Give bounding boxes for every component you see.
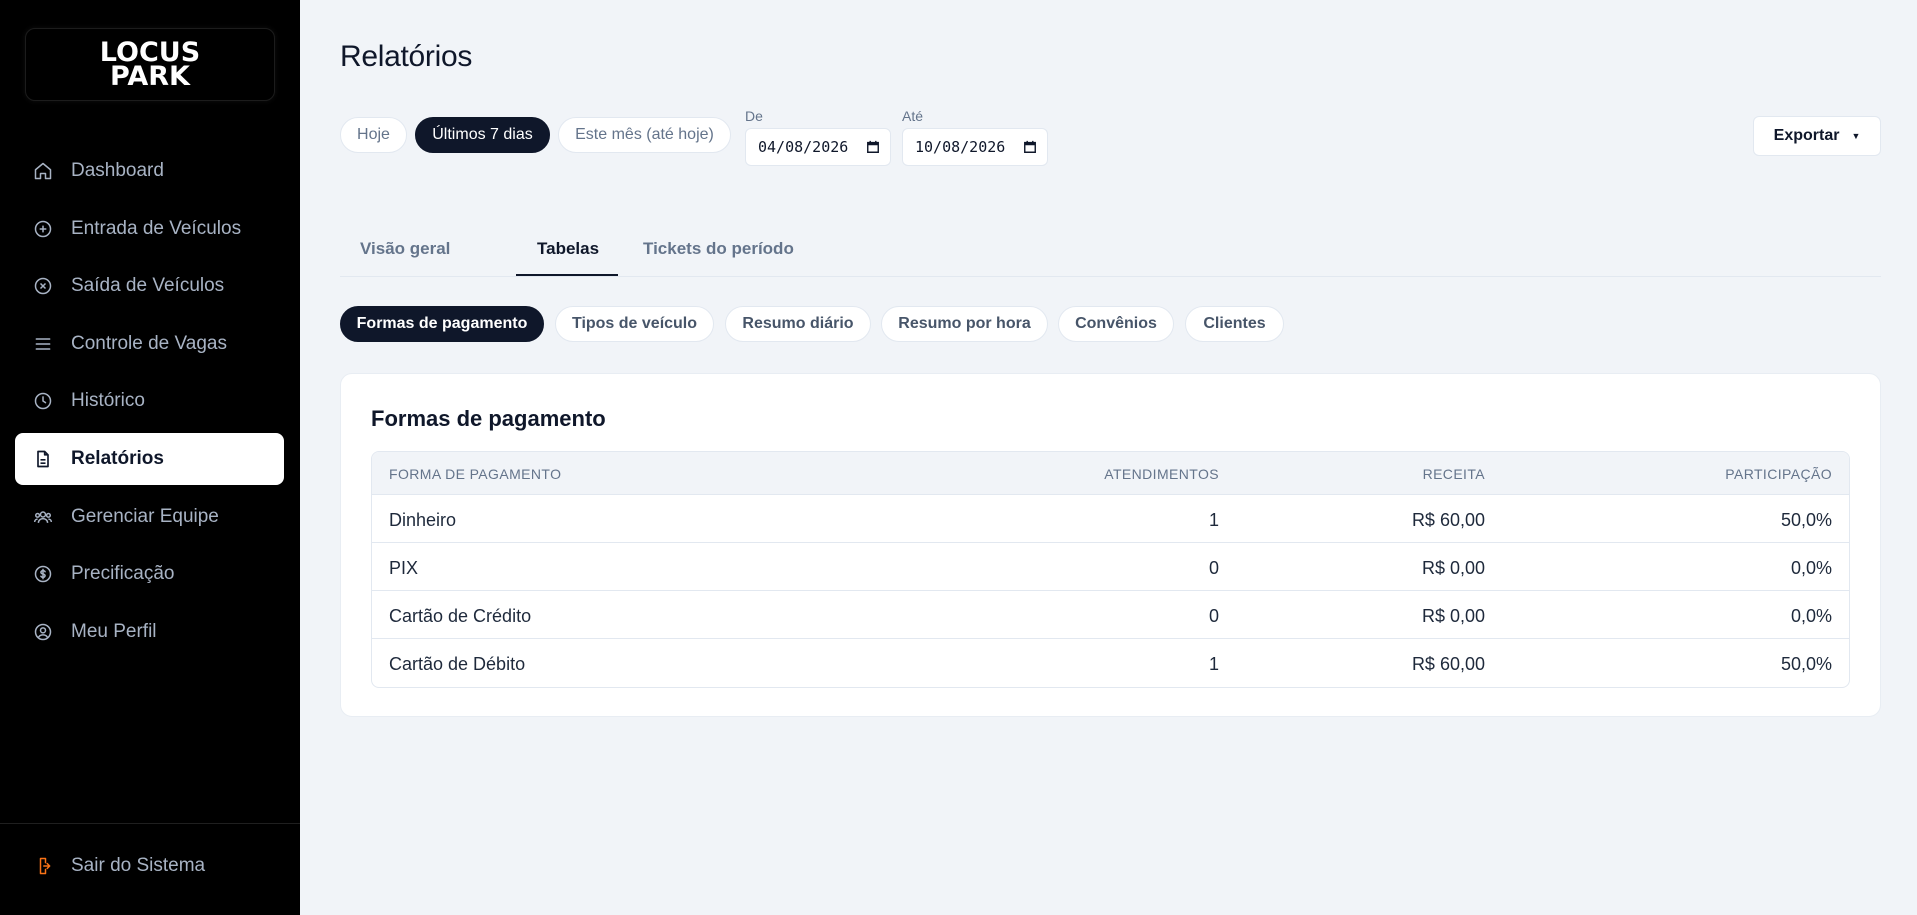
sidebar-item-entrada[interactable]: Entrada de Veículos: [15, 203, 284, 255]
subtab-formas-pagamento[interactable]: Formas de pagamento: [340, 306, 544, 342]
subtab-resumo-hora[interactable]: Resumo por hora: [881, 306, 1048, 342]
cell-forma: PIX: [389, 558, 419, 578]
table-header: FORMA DE PAGAMENTO ATENDIMENTOS RECEITA …: [372, 452, 1849, 495]
user-circle-icon: [33, 622, 53, 642]
preset-ultimos-7-dias[interactable]: Últimos 7 dias: [415, 117, 550, 153]
subtab-resumo-diario[interactable]: Resumo diário: [725, 306, 871, 342]
sidebar-item-saida[interactable]: Saída de Veículos: [15, 260, 284, 312]
sidebar-item-label: Meu Perfil: [71, 620, 157, 642]
logout-icon: [33, 856, 53, 876]
date-to-value: 10/08/2026: [915, 138, 1006, 156]
sidebar-item-precificacao[interactable]: Precificação: [15, 548, 284, 600]
table-row: PIX 0 R$ 0,00 0,0%: [372, 543, 1849, 591]
active-tab-indicator: [516, 274, 618, 276]
file-text-icon: [33, 449, 53, 469]
column-header-forma: FORMA DE PAGAMENTO: [389, 466, 562, 482]
brand-logo[interactable]: LOCUS PARK: [25, 28, 275, 101]
export-label: Exportar: [1773, 127, 1840, 144]
payment-methods-table: FORMA DE PAGAMENTO ATENDIMENTOS RECEITA …: [371, 451, 1850, 688]
tabs-bar: Visão geral Tabelas Tickets do período: [340, 226, 1881, 277]
sidebar-item-label: Gerenciar Equipe: [71, 505, 219, 527]
cell-receita: R$ 0,00: [1421, 558, 1485, 578]
main-content: Relatórios Hoje Últimos 7 dias Este mês …: [300, 0, 1917, 915]
home-icon: [33, 161, 53, 181]
subtab-clientes[interactable]: Clientes: [1185, 306, 1284, 342]
table-row: Dinheiro 1 R$ 60,00 50,0%: [372, 495, 1849, 543]
cell-atendimentos: 0: [1208, 606, 1219, 626]
table-row: Cartão de Débito 1 R$ 60,00 50,0%: [372, 639, 1849, 687]
date-to-label: Até: [902, 108, 924, 124]
column-header-participacao: PARTICIPAÇÃO: [1725, 466, 1832, 482]
brand-line-2: PARK: [110, 60, 190, 92]
subtab-convenios[interactable]: Convênios: [1058, 306, 1174, 342]
cell-forma: Dinheiro: [389, 510, 457, 530]
sidebar-item-label: Precificação: [71, 563, 175, 585]
cell-participacao: 50,0%: [1780, 510, 1832, 530]
date-from-label: De: [745, 108, 763, 124]
date-from-input[interactable]: 04/08/2026: [745, 128, 891, 166]
cell-receita: R$ 0,00: [1421, 606, 1485, 626]
cell-atendimentos: 1: [1208, 654, 1219, 674]
payment-methods-card: Formas de pagamento FORMA DE PAGAMENTO A…: [340, 373, 1881, 717]
users-icon: [33, 507, 53, 527]
date-from-value: 04/08/2026: [758, 138, 849, 156]
calendar-icon[interactable]: [1023, 140, 1037, 154]
sidebar-item-label: Entrada de Veículos: [71, 217, 242, 239]
sidebar-item-historico[interactable]: Histórico: [15, 375, 284, 427]
caret-down-icon: ▼: [1851, 131, 1861, 141]
tab-tickets-periodo[interactable]: Tickets do período: [643, 239, 794, 259]
cell-participacao: 50,0%: [1780, 654, 1832, 674]
menu-icon: [33, 334, 53, 354]
sidebar-item-dashboard[interactable]: Dashboard: [15, 145, 284, 197]
dollar-circle-icon: [33, 564, 53, 584]
cell-forma: Cartão de Débito: [389, 654, 526, 674]
cell-receita: R$ 60,00: [1411, 654, 1485, 674]
table-row: Cartão de Crédito 0 R$ 0,00 0,0%: [372, 591, 1849, 639]
sidebar: LOCUS PARK Dashboard Entrada de Veículos…: [0, 0, 300, 915]
date-to-input[interactable]: 10/08/2026: [902, 128, 1048, 166]
export-button[interactable]: Exportar ▼: [1753, 116, 1881, 156]
sidebar-item-label: Histórico: [71, 390, 145, 412]
sidebar-item-label: Dashboard: [71, 160, 164, 181]
sidebar-item-label: Relatórios: [71, 447, 164, 469]
subtab-tipos-veiculo[interactable]: Tipos de veículo: [555, 306, 714, 342]
sidebar-item-relatorios[interactable]: Relatórios: [15, 432, 284, 485]
x-circle-icon: [33, 276, 53, 296]
logout-label: Sair do Sistema: [71, 855, 206, 876]
logout-button[interactable]: Sair do Sistema: [33, 855, 205, 877]
sidebar-item-equipe[interactable]: Gerenciar Equipe: [15, 491, 284, 543]
sidebar-item-vagas[interactable]: Controle de Vagas: [15, 318, 284, 370]
column-header-receita: RECEITA: [1422, 466, 1485, 482]
sidebar-item-perfil[interactable]: Meu Perfil: [15, 606, 284, 658]
sidebar-item-label: Controle de Vagas: [71, 332, 227, 354]
page-title: Relatórios: [340, 40, 473, 73]
sidebar-divider: [0, 823, 300, 824]
sidebar-nav: Dashboard Entrada de Veículos Saída de V…: [15, 145, 284, 663]
column-header-atendimentos: ATENDIMENTOS: [1104, 466, 1219, 482]
calendar-icon[interactable]: [866, 140, 880, 154]
cell-participacao: 0,0%: [1790, 558, 1832, 578]
preset-este-mes[interactable]: Este mês (até hoje): [558, 117, 731, 153]
tab-tabelas[interactable]: Tabelas: [537, 239, 599, 259]
card-title: Formas de pagamento: [371, 406, 606, 431]
cell-atendimentos: 1: [1208, 510, 1219, 530]
preset-hoje[interactable]: Hoje: [340, 117, 407, 153]
clock-icon: [33, 391, 53, 411]
sidebar-item-label: Saída de Veículos: [71, 275, 225, 297]
cell-receita: R$ 60,00: [1411, 510, 1485, 530]
plus-circle-icon: [33, 219, 53, 239]
cell-atendimentos: 0: [1208, 558, 1219, 578]
tab-visao-geral[interactable]: Visão geral: [360, 239, 450, 259]
cell-forma: Cartão de Crédito: [389, 606, 532, 626]
cell-participacao: 0,0%: [1790, 606, 1832, 626]
